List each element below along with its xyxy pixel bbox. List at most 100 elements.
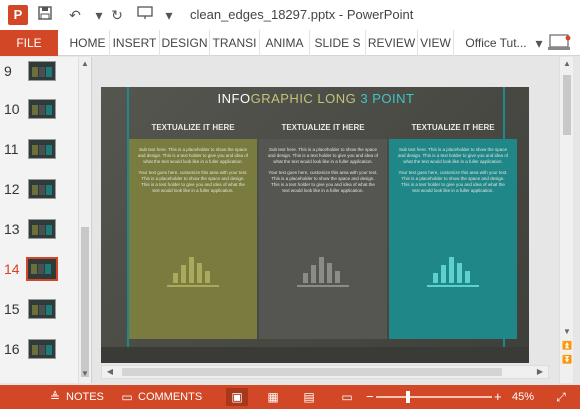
- slide-thumbnail[interactable]: [28, 339, 56, 359]
- infographic-column-3[interactable]: TEXTUALIZE IT HERE Sub text here. This i…: [389, 123, 517, 339]
- status-bar: ≜ NOTES ▭ COMMENTS ▣ ▦ ▤ ▭ − + 45% ⤢: [0, 385, 580, 409]
- window-title: clean_edges_18297.pptx - PowerPoint: [190, 7, 414, 22]
- customize-toolbar-icon[interactable]: ▾: [160, 6, 178, 24]
- slide-thumbnail[interactable]: [28, 99, 56, 119]
- slide-number: 14: [4, 261, 20, 277]
- scroll-down-arrow-icon[interactable]: ▼: [79, 369, 91, 378]
- zoom-out-button[interactable]: −: [366, 385, 374, 409]
- zoom-slider-handle[interactable]: [406, 391, 410, 403]
- slide-bottom-band: [101, 347, 529, 363]
- previous-slide-icon[interactable]: ⏫: [561, 341, 573, 350]
- tab-view[interactable]: VIEW: [418, 30, 454, 56]
- bar-chart-icon: [167, 251, 219, 287]
- slide-thumbnail[interactable]: [28, 61, 56, 81]
- scrollbar-thumb[interactable]: [563, 75, 571, 135]
- column-paragraph: Your text goes here, customize this area…: [398, 170, 508, 193]
- tab-insert[interactable]: INSERT: [110, 30, 160, 56]
- slide-editing-area: INFOGRAPHIC LONG 3 POINT TEXTUALIZE IT H…: [93, 57, 580, 383]
- column-paragraph: Your text goes here, customize this area…: [268, 170, 378, 193]
- thumbnail-slide-9[interactable]: 9: [0, 61, 76, 89]
- undo-icon[interactable]: ↶: [66, 6, 84, 24]
- slide-thumbnail-pane: 9 10 11 12 13 14 15 16 ▲ ▼: [0, 57, 92, 383]
- column-paragraph: Sub text here. This is a placeholder to …: [398, 147, 508, 164]
- infographic-column-2[interactable]: TEXTUALIZE IT HERE Sub text here. This i…: [259, 123, 387, 339]
- thumbnail-slide-11[interactable]: 11: [0, 139, 76, 167]
- column-heading[interactable]: TEXTUALIZE IT HERE: [259, 123, 387, 132]
- fit-slide-to-window-icon[interactable]: ⤢: [554, 390, 568, 404]
- comments-button[interactable]: COMMENTS: [138, 385, 202, 409]
- notes-button[interactable]: NOTES: [66, 385, 104, 409]
- tab-file[interactable]: FILE: [0, 30, 58, 56]
- slide-thumbnail[interactable]: [28, 219, 56, 239]
- current-slide[interactable]: INFOGRAPHIC LONG 3 POINT TEXTUALIZE IT H…: [101, 87, 529, 363]
- tab-home[interactable]: HOME: [66, 30, 110, 56]
- column-heading[interactable]: TEXTUALIZE IT HERE: [389, 123, 517, 132]
- title-part-info: INFO: [217, 91, 251, 106]
- thumbnail-slide-13[interactable]: 13: [0, 219, 76, 247]
- slide-number: 12: [4, 181, 20, 197]
- scrollbar-thumb[interactable]: [122, 368, 502, 376]
- column-text[interactable]: Sub text here. This is a placeholder to …: [137, 147, 249, 199]
- column-heading[interactable]: TEXTUALIZE IT HERE: [129, 123, 257, 132]
- slide-horizontal-scrollbar[interactable]: ◀ ▶: [101, 365, 549, 379]
- thumbnail-slide-15[interactable]: 15: [0, 299, 76, 327]
- zoom-in-button[interactable]: +: [494, 385, 502, 409]
- column-paragraph: Sub text here. This is a placeholder to …: [268, 147, 378, 164]
- notes-icon[interactable]: ≜: [48, 390, 62, 404]
- powerpoint-logo-icon: P: [8, 5, 28, 25]
- slide-thumbnail[interactable]: [28, 179, 56, 199]
- slide-number: 15: [4, 301, 20, 317]
- scroll-down-arrow-icon[interactable]: ▼: [561, 327, 573, 336]
- tab-office-tutorials[interactable]: Office Tut...: [454, 30, 538, 56]
- scroll-up-arrow-icon[interactable]: ▲: [79, 59, 91, 68]
- slideshow-icon[interactable]: [136, 6, 154, 24]
- slide-thumbnail[interactable]: [28, 299, 56, 319]
- tab-design[interactable]: DESIGN: [160, 30, 210, 56]
- slide-number: 13: [4, 221, 20, 237]
- slide-sorter-view-icon[interactable]: ▦: [262, 388, 284, 406]
- column-text[interactable]: Sub text here. This is a placeholder to …: [267, 147, 379, 199]
- save-icon[interactable]: [36, 6, 54, 24]
- ribbon-tabs: FILE HOME INSERT DESIGN TRANSI ANIMA SLI…: [0, 30, 580, 56]
- comments-icon[interactable]: ▭: [120, 390, 134, 404]
- redo-icon[interactable]: ↻: [108, 6, 126, 24]
- slide-thumbnail-selected[interactable]: [26, 257, 58, 281]
- infographic-column-1[interactable]: TEXTUALIZE IT HERE Sub text here. This i…: [129, 123, 257, 339]
- slide-title[interactable]: INFOGRAPHIC LONG 3 POINT: [131, 91, 501, 106]
- bar-chart-icon: [427, 251, 479, 287]
- scroll-left-arrow-icon[interactable]: ◀: [104, 367, 116, 376]
- thumbnail-slide-14[interactable]: 14: [0, 257, 76, 287]
- tab-transitions[interactable]: TRANSI: [210, 30, 260, 56]
- thumbnail-slide-12[interactable]: 12: [0, 179, 76, 207]
- slide-number: 11: [4, 141, 19, 157]
- bar-chart-icon: [297, 251, 349, 287]
- slide-number: 16: [4, 341, 20, 357]
- zoom-level[interactable]: 45%: [512, 385, 534, 409]
- scrollbar-thumb[interactable]: [81, 227, 89, 377]
- next-slide-icon[interactable]: ⏬: [561, 355, 573, 364]
- reading-view-icon[interactable]: ▤: [298, 388, 320, 406]
- column-text[interactable]: Sub text here. This is a placeholder to …: [397, 147, 509, 199]
- slide-number: 9: [4, 63, 12, 79]
- thumbnail-scrollbar[interactable]: ▲ ▼: [78, 57, 90, 383]
- slideshow-view-icon[interactable]: ▭: [336, 388, 358, 406]
- thumbnail-slide-10[interactable]: 10: [0, 99, 76, 127]
- column-paragraph: Your text goes here, customize this area…: [138, 170, 248, 193]
- slide-number: 10: [4, 101, 20, 117]
- user-account-icon[interactable]: [546, 32, 574, 54]
- slide-thumbnail[interactable]: [28, 139, 56, 159]
- zoom-slider[interactable]: [376, 396, 492, 398]
- tab-animations[interactable]: ANIMA: [260, 30, 310, 56]
- title-bar: P ↶ ▾ ↻ ▾ clean_edges_18297.pptx - Power…: [0, 0, 580, 30]
- tab-review[interactable]: REVIEW: [366, 30, 418, 56]
- undo-dropdown-icon[interactable]: ▾: [90, 6, 108, 24]
- scroll-up-arrow-icon[interactable]: ▲: [561, 59, 573, 68]
- title-part-graphic: GRAPHIC LONG: [250, 91, 361, 106]
- column-paragraph: Sub text here. This is a placeholder to …: [138, 147, 248, 164]
- slide-vertical-scrollbar[interactable]: ▲ ▼ ⏫ ⏬: [559, 57, 573, 383]
- tab-slideshow[interactable]: SLIDE S: [310, 30, 366, 56]
- normal-view-icon[interactable]: ▣: [226, 388, 248, 406]
- thumbnail-slide-16[interactable]: 16: [0, 339, 76, 367]
- scroll-right-arrow-icon[interactable]: ▶: [534, 367, 546, 376]
- title-part-3-point: 3 POINT: [360, 91, 415, 106]
